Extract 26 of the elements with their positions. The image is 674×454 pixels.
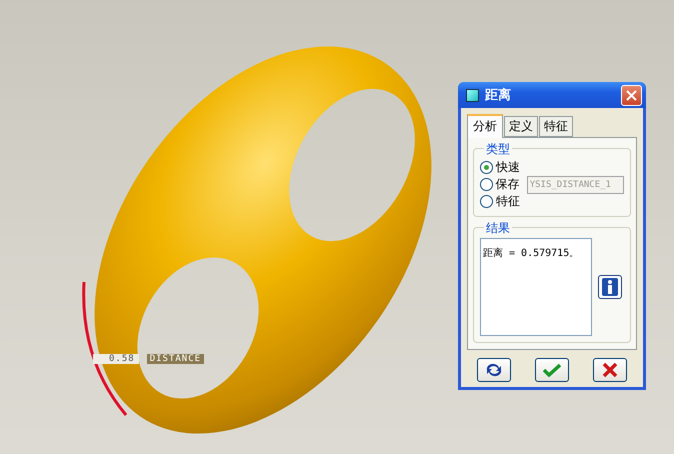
close-button[interactable] (621, 84, 642, 106)
close-icon (626, 90, 637, 100)
check-icon (543, 363, 561, 377)
cancel-button[interactable] (593, 358, 627, 382)
radio-label: 保存 (496, 176, 520, 193)
distance-value: 0.58 (93, 354, 139, 364)
result-box[interactable]: 距离 = 0.579715。 (480, 238, 592, 336)
group-title: 类型 (484, 141, 512, 158)
info-button[interactable] (598, 275, 622, 299)
refresh-button[interactable] (477, 358, 511, 382)
window-title: 距离 (485, 86, 512, 104)
radio-label: 特征 (496, 193, 520, 210)
tab[interactable]: 定义 (504, 116, 538, 137)
refresh-icon (485, 363, 503, 377)
distance-caption: DISTANCE (146, 354, 204, 364)
radio-button[interactable] (480, 195, 493, 208)
cross-icon (602, 362, 618, 378)
info-icon (601, 277, 619, 297)
result-text: 距离 = 0.579715。 (483, 248, 580, 259)
radio-button[interactable] (480, 178, 493, 191)
radio-button[interactable] (480, 161, 493, 174)
radio-label: 快速 (496, 159, 520, 176)
tab[interactable]: 特征 (539, 116, 573, 137)
tab[interactable]: 分析 (467, 114, 503, 138)
window-icon (466, 88, 479, 102)
ok-button[interactable] (535, 358, 569, 382)
